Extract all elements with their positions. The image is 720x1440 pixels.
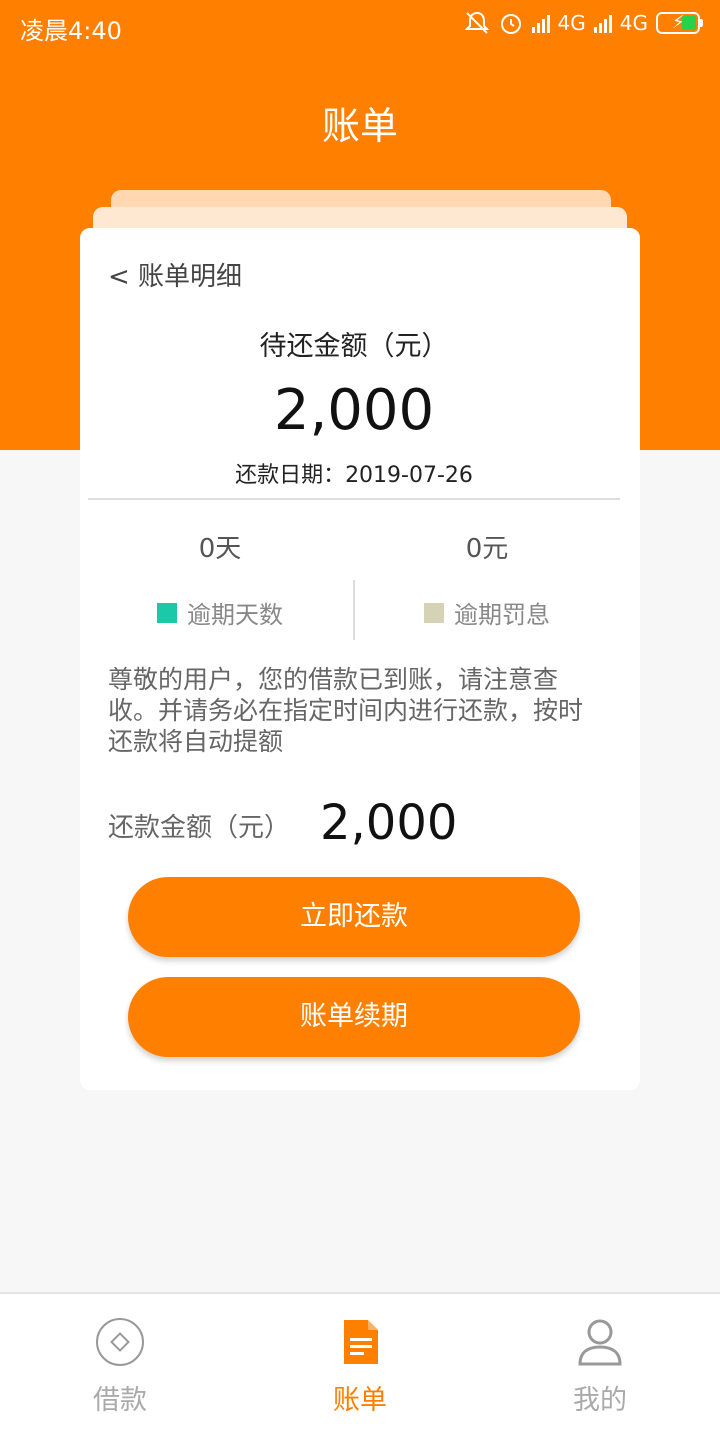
status-time: 凌晨4:40 — [20, 17, 122, 45]
document-icon — [344, 1320, 378, 1364]
notice-text: 尊敬的用户，您的借款已到账，请注意查收。并请务必在指定时间内进行还款，按时还款将… — [108, 665, 584, 756]
repay-amount-value: 2,000 — [320, 795, 458, 851]
alarm-icon — [500, 14, 521, 34]
repay-amount-row: 还款金额（元） 2,000 — [108, 793, 608, 853]
network-type-2: 4G — [619, 11, 648, 35]
overdue-penalty-swatch — [424, 602, 444, 623]
diamond-circle-icon — [96, 1318, 144, 1366]
divider — [88, 498, 620, 500]
overdue-penalty-value: 0元 — [465, 534, 509, 564]
amount-due-label: 待还金额（元） — [259, 331, 449, 362]
signal-icon — [531, 13, 550, 33]
overdue-days-stat: 0天 逾期天数 — [85, 528, 355, 630]
amount-due-value: 2,000 — [273, 378, 435, 443]
renew-bill-button[interactable]: 账单续期 — [128, 977, 580, 1057]
tab-me[interactable]: 我的 — [480, 1294, 720, 1440]
tab-me-label: 我的 — [573, 1385, 627, 1416]
due-date: 还款日期：2019-07-26 — [235, 463, 473, 488]
mute-bell-icon — [464, 11, 489, 34]
bottom-tab-bar: 借款 账单 我的 — [0, 1292, 720, 1440]
overdue-penalty-stat: 0元 逾期罚息 — [352, 528, 622, 630]
bill-card: < 账单明细 待还金额（元） 2,000 还款日期：2019-07-26 0天 … — [80, 228, 640, 1090]
tab-bill[interactable]: 账单 — [240, 1294, 480, 1440]
status-icons: 4G 4G ⚡ — [464, 10, 703, 36]
repay-now-button[interactable]: 立即还款 — [128, 877, 580, 957]
tab-loan[interactable]: 借款 — [0, 1294, 240, 1440]
repay-amount-label: 还款金额（元） — [108, 813, 291, 843]
status-bar: 凌晨4:40 4G 4G ⚡ — [0, 0, 720, 52]
signal-icon — [593, 13, 612, 33]
overdue-days-value: 0天 — [198, 534, 242, 564]
network-type-1: 4G — [557, 11, 586, 35]
overdue-days-swatch — [157, 602, 177, 623]
page-title: 账单 — [321, 104, 398, 148]
overdue-days-label: 逾期天数 — [187, 601, 283, 629]
bill-detail-link[interactable]: < 账单明细 — [108, 256, 242, 293]
tab-bill-label: 账单 — [333, 1385, 387, 1416]
tab-loan-label: 借款 — [93, 1385, 147, 1416]
user-icon — [578, 1319, 622, 1366]
battery-charging-icon: ⚡ — [656, 12, 703, 34]
overdue-penalty-label: 逾期罚息 — [454, 601, 550, 629]
